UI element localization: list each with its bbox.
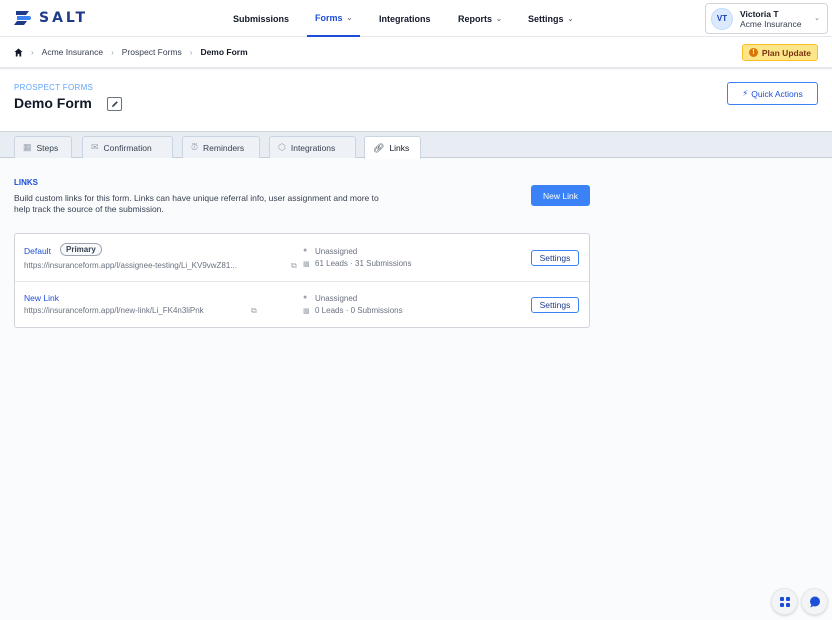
section-description: Build custom links for this form. Links …: [14, 193, 379, 214]
bar-chart-icon: ▩: [303, 308, 310, 315]
settings-button[interactable]: Settings: [531, 297, 579, 313]
bar-chart-icon: ▩: [303, 261, 310, 268]
tab-label: Integrations: [290, 142, 336, 153]
edit-title-button[interactable]: [107, 97, 122, 111]
nav-label: Integrations: [379, 13, 431, 24]
nav-label: Settings: [528, 13, 564, 24]
link-url: https://insuranceform.app/l/new-link/Li_…: [24, 306, 204, 315]
grid-icon: ▦: [23, 142, 32, 152]
breadcrumb: › Acme Insurance › Prospect Forms › Demo…: [14, 47, 248, 57]
logo-text: SALT: [39, 10, 89, 26]
tab-label: Links: [389, 143, 410, 153]
nav-submissions[interactable]: Submissions: [233, 0, 289, 37]
chat-button[interactable]: [801, 588, 828, 615]
nav-label: Submissions: [233, 13, 290, 24]
list-item: Default Primary https://insuranceform.ap…: [15, 234, 589, 281]
quick-actions-button[interactable]: ⚡︎ Quick Actions: [727, 82, 818, 105]
cube-icon: ⬡: [278, 142, 286, 152]
grid-icon: [779, 596, 790, 607]
user-icon: ●: [303, 294, 308, 301]
plan-update-label: Plan Update: [761, 47, 811, 58]
lightning-icon: ⚡︎: [742, 88, 749, 98]
nav-reports[interactable]: Reports ⌄: [458, 0, 502, 37]
nav-settings[interactable]: Settings ⌄: [528, 0, 573, 37]
user-menu[interactable]: VT Victoria T Acme Insurance ⌄: [705, 3, 828, 34]
user-icon: ●: [303, 247, 308, 254]
assignee: Unassigned: [315, 247, 358, 256]
tab-label: Confirmation: [103, 142, 152, 153]
page-title: Demo Form: [14, 95, 92, 111]
top-navbar: SALT Submissions Forms ⌄ Integrations Re…: [0, 0, 832, 37]
tab-steps[interactable]: ▦ Steps: [14, 136, 72, 158]
chevron-down-icon: ⌄: [814, 15, 820, 22]
nav-integrations[interactable]: Integrations: [379, 0, 431, 37]
chevron-right-icon: ›: [189, 47, 193, 57]
link-icon: 🔗︎: [373, 142, 385, 153]
tab-label: Reminders: [203, 142, 245, 153]
plan-update-button[interactable]: ! Plan Update: [741, 44, 818, 61]
breadcrumb-item[interactable]: Acme Insurance: [42, 47, 103, 57]
section-title: LINKS: [14, 178, 38, 187]
copy-icon[interactable]: ⧉: [291, 261, 297, 271]
page-header: PROSPECT FORMS Demo Form ⚡︎ Quick Action…: [0, 71, 832, 131]
settings-button[interactable]: Settings: [531, 250, 579, 266]
primary-badge: Primary: [60, 243, 102, 256]
links-list: Default Primary https://insuranceform.ap…: [14, 233, 590, 328]
link-name[interactable]: Default: [24, 246, 51, 256]
salt-logo-icon: [14, 11, 31, 25]
nav-label: Forms: [315, 12, 343, 23]
copy-icon[interactable]: ⧉: [251, 306, 257, 316]
new-link-button[interactable]: New Link: [531, 185, 590, 206]
breadcrumb-current: Demo Form: [200, 47, 248, 57]
pencil-icon: [111, 101, 118, 107]
chevron-right-icon: ›: [111, 47, 114, 57]
page-kicker: PROSPECT FORMS: [14, 83, 94, 92]
link-name[interactable]: New Link: [24, 293, 59, 303]
tab-reminders[interactable]: ⏰︎ Reminders: [182, 136, 260, 158]
chevron-down-icon: ⌄: [496, 15, 502, 23]
quick-actions-label: Quick Actions: [751, 88, 803, 99]
tab-confirmation[interactable]: ✉ Confirmation: [82, 136, 173, 158]
user-name: Victoria T: [740, 8, 779, 19]
chat-bubble-icon: [809, 596, 820, 607]
breadcrumb-bar: › Acme Insurance › Prospect Forms › Demo…: [0, 37, 832, 69]
nav-forms[interactable]: Forms ⌄: [307, 0, 361, 37]
home-icon[interactable]: [14, 47, 23, 57]
chevron-down-icon: ⌄: [346, 14, 353, 22]
tab-integrations[interactable]: ⬡ Integrations: [269, 136, 356, 158]
envelope-icon: ✉: [91, 142, 99, 152]
breadcrumb-item[interactable]: Prospect Forms: [122, 47, 182, 57]
chevron-right-icon: ›: [31, 47, 34, 57]
avatar: VT: [711, 7, 733, 30]
assignee: Unassigned: [315, 294, 358, 303]
nav-label: Reports: [458, 13, 493, 24]
link-stats: 61 Leads · 31 Submissions: [315, 259, 412, 268]
alarm-clock-icon: ⏰︎: [191, 142, 199, 152]
tab-links[interactable]: 🔗︎ Links: [364, 136, 421, 159]
link-url: https://insuranceform.app/l/assignee-tes…: [24, 261, 237, 270]
link-stats: 0 Leads · 0 Submissions: [315, 306, 403, 315]
tab-bar: ▦ Steps ✉ Confirmation ⏰︎ Reminders ⬡ In…: [0, 131, 832, 159]
tab-label: Steps: [36, 142, 59, 153]
list-item: New Link https://insuranceform.app/l/new…: [15, 281, 589, 328]
chevron-down-icon: ⌄: [567, 15, 574, 23]
app-logo[interactable]: SALT: [13, 9, 88, 27]
warning-icon: !: [748, 48, 758, 57]
apps-button[interactable]: [771, 588, 798, 615]
user-org: Acme Insurance: [740, 18, 802, 29]
